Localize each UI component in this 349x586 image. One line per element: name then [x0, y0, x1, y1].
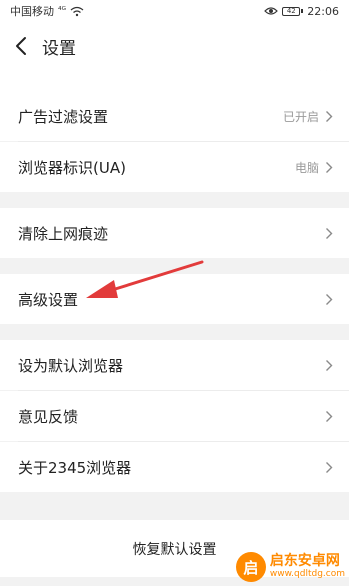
row-label: 广告过滤设置 [18, 107, 109, 126]
wifi-icon [70, 6, 84, 16]
settings-row-feedback[interactable]: 意见反馈 [0, 391, 349, 441]
settings-row-ad-filter[interactable]: 广告过滤设置 已开启 [0, 91, 349, 141]
carrier-label: 中国移动 [10, 5, 54, 18]
battery-icon: 42 [282, 6, 304, 16]
settings-row-about[interactable]: 关于2345浏览器 [0, 442, 349, 492]
row-value: 已开启 [282, 109, 319, 124]
settings-row-advanced[interactable]: 高级设置 [0, 274, 349, 324]
row-label: 设为默认浏览器 [18, 356, 124, 375]
chevron-right-icon [326, 293, 333, 305]
row-label: 意见反馈 [18, 407, 79, 426]
settings-row-set-default[interactable]: 设为默认浏览器 [0, 340, 349, 390]
network-type-icon: ⁴ᴳ [58, 6, 66, 16]
chevron-right-icon [326, 227, 333, 239]
settings-row-clear-history[interactable]: 清除上网痕迹 [0, 208, 349, 258]
chevron-left-icon [16, 37, 26, 55]
chevron-right-icon [326, 461, 333, 473]
chevron-right-icon [326, 359, 333, 371]
watermark: 启 启东安卓网 www.qdltdg.com [235, 552, 345, 582]
row-label: 浏览器标识(UA) [18, 158, 126, 177]
title-bar: 设置 [0, 22, 349, 70]
watermark-logo-icon: 启 [235, 552, 266, 582]
chevron-right-icon [326, 110, 333, 122]
chevron-right-icon [326, 410, 333, 422]
row-label: 清除上网痕迹 [18, 224, 109, 243]
eye-comfort-icon [264, 7, 279, 15]
row-label: 高级设置 [18, 290, 79, 309]
row-value: 电脑 [294, 160, 319, 175]
row-label: 关于2345浏览器 [18, 458, 132, 477]
watermark-name: 启东安卓网 [269, 553, 340, 570]
back-button[interactable] [0, 22, 42, 70]
restore-defaults-label: 恢复默认设置 [132, 541, 217, 558]
watermark-url: www.qdltdg.com [269, 568, 345, 579]
clock: 22:06 [307, 4, 339, 18]
chevron-right-icon [326, 161, 333, 173]
battery-level: 42 [282, 6, 301, 16]
status-bar: 中国移动 ⁴ᴳ 42 22:06 [0, 0, 349, 22]
settings-row-user-agent[interactable]: 浏览器标识(UA) 电脑 [0, 142, 349, 192]
page-title: 设置 [42, 38, 76, 59]
